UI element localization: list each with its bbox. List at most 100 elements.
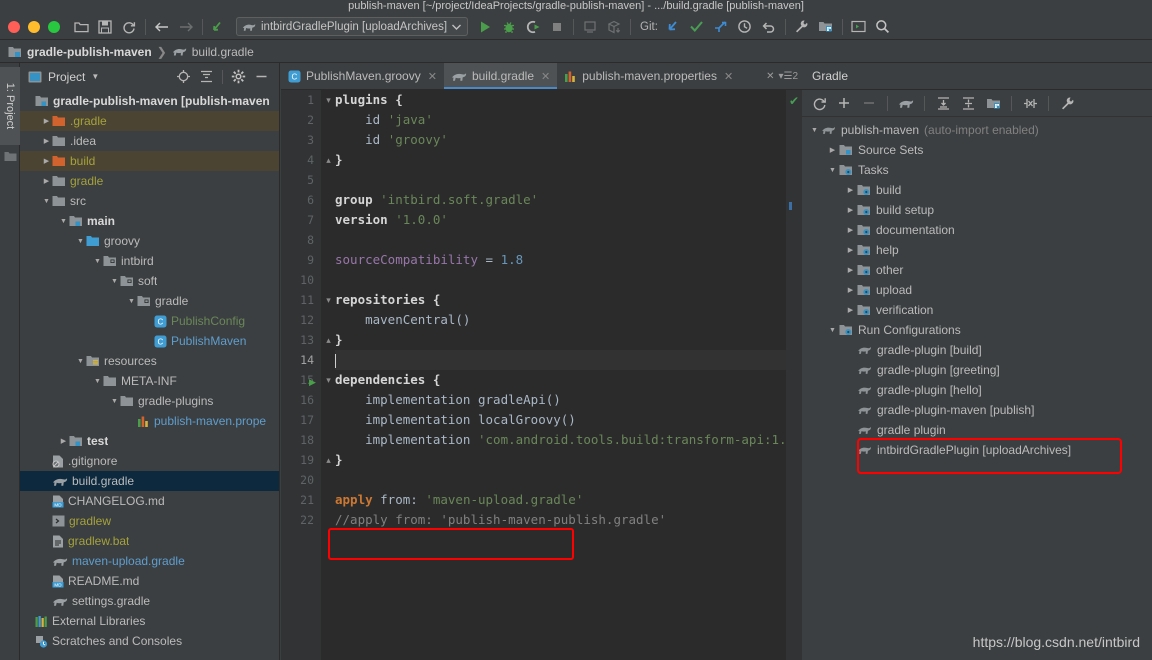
close-icon[interactable]: ✕ xyxy=(724,70,733,83)
editor-tabs-overflow[interactable]: ✕ ▾☰2 xyxy=(762,63,802,89)
project-tree-item[interactable]: ▶ .idea xyxy=(20,131,279,151)
code-line[interactable]: implementation localGroovy() xyxy=(335,410,802,430)
gradle-tree-item[interactable]: gradle plugin xyxy=(802,420,1152,440)
tree-arrow-collapsed[interactable]: ▶ xyxy=(58,437,69,445)
close-icon[interactable]: ✕ xyxy=(428,70,437,83)
run-gutter-icon[interactable]: ▶ xyxy=(309,377,316,388)
project-tree-item[interactable]: ▶ test xyxy=(20,431,279,451)
project-tree-item[interactable]: MD CHANGELOG.md xyxy=(20,491,279,511)
gradle-tree-item[interactable]: gradle-plugin-maven [publish] xyxy=(802,400,1152,420)
tree-arrow-expanded[interactable]: ▼ xyxy=(92,258,103,265)
tree-arrow-collapsed[interactable]: ▶ xyxy=(844,286,857,294)
chevron-down-icon[interactable]: ▼ xyxy=(91,72,99,81)
editor-tab[interactable]: publish-maven.properties ✕ xyxy=(557,63,740,89)
close-icon[interactable]: ✕ xyxy=(541,70,550,83)
tree-arrow-expanded[interactable]: ▼ xyxy=(126,298,137,305)
project-tree-item[interactable]: C PublishConfig xyxy=(20,311,279,331)
gradle-tree-item[interactable]: ▼ Tasks xyxy=(802,160,1152,180)
project-tree-item[interactable]: ▶ .gradle xyxy=(20,111,279,131)
project-tree-item[interactable]: Scratches and Consoles xyxy=(20,631,279,651)
code-line[interactable]: id 'groovy' xyxy=(335,130,802,150)
code-line[interactable]: repositories { xyxy=(335,290,802,310)
gradle-tree-item[interactable]: ▶ build setup xyxy=(802,200,1152,220)
project-tree-item[interactable]: .gitignore xyxy=(20,451,279,471)
code-line[interactable]: } xyxy=(335,150,802,170)
tree-arrow-expanded[interactable]: ▼ xyxy=(58,218,69,225)
sidebar-tab-project[interactable]: 1: Project xyxy=(0,67,20,145)
gear-icon[interactable] xyxy=(231,69,246,84)
fold-marker-expand-3[interactable]: ▴ xyxy=(324,456,333,465)
save-icon[interactable] xyxy=(94,16,116,38)
settings-wrench-icon[interactable] xyxy=(791,16,813,38)
project-tree-item[interactable]: C PublishMaven xyxy=(20,331,279,351)
search-icon[interactable] xyxy=(872,16,894,38)
add-icon[interactable] xyxy=(833,92,855,114)
build-artifacts-icon[interactable] xyxy=(603,16,625,38)
editor-tab[interactable]: build.gradle ✕ xyxy=(443,63,558,89)
code-line[interactable]: version '1.0.0' xyxy=(335,210,802,230)
tree-arrow-collapsed[interactable]: ▶ xyxy=(41,157,52,165)
code-line[interactable]: group 'intbird.soft.gradle' xyxy=(335,190,802,210)
close-window-button[interactable] xyxy=(8,20,20,33)
close-icon[interactable]: ✕ xyxy=(766,71,774,82)
structure-tab-icon[interactable] xyxy=(4,151,17,162)
tree-arrow-collapsed[interactable]: ▶ xyxy=(41,177,52,185)
project-structure-icon[interactable] xyxy=(982,92,1004,114)
fold-marker-collapse-2[interactable]: ▾ xyxy=(324,296,333,305)
run-icon[interactable] xyxy=(474,16,496,38)
run-configuration-selector[interactable]: intbirdGradlePlugin [uploadArchives] xyxy=(236,17,469,36)
gradle-tree-item[interactable]: ▶ documentation xyxy=(802,220,1152,240)
debug-icon[interactable] xyxy=(498,16,520,38)
gradle-tree-item[interactable]: ▶ Source Sets xyxy=(802,140,1152,160)
code-folding-column[interactable]: ▾ ▴ ▾ ▴ ▾ ▴ xyxy=(321,90,335,660)
tree-arrow-collapsed[interactable]: ▶ xyxy=(844,186,857,194)
expand-all-icon[interactable] xyxy=(932,92,954,114)
gradle-task-tree[interactable]: ▼ publish-maven (auto-import enabled) ▶ Sour… xyxy=(802,117,1152,460)
project-tree-item[interactable]: External Libraries xyxy=(20,611,279,631)
tree-arrow-expanded[interactable]: ▼ xyxy=(75,238,86,245)
gradle-tree-item[interactable]: ▶ upload xyxy=(802,280,1152,300)
tree-arrow-expanded[interactable]: ▼ xyxy=(109,278,120,285)
project-tree-item[interactable]: ▼ gradle-plugins xyxy=(20,391,279,411)
locate-icon[interactable] xyxy=(176,69,191,84)
gradle-tree-item[interactable]: ▶ build xyxy=(802,180,1152,200)
gradle-tree-item[interactable]: ▶ other xyxy=(802,260,1152,280)
project-tree-item[interactable]: ▼ intbird xyxy=(20,251,279,271)
breadcrumb-file[interactable]: build.gradle xyxy=(172,45,254,59)
tree-arrow-collapsed[interactable]: ▶ xyxy=(844,306,857,314)
git-rollback-icon[interactable] xyxy=(758,16,780,38)
project-tree-item[interactable]: ▼ groovy xyxy=(20,231,279,251)
search-everywhere-icon[interactable] xyxy=(208,16,230,38)
git-commit-icon[interactable] xyxy=(686,16,708,38)
back-arrow-icon[interactable] xyxy=(151,16,173,38)
git-push-icon[interactable] xyxy=(710,16,732,38)
project-tree-item[interactable]: ▼ META-INF xyxy=(20,371,279,391)
stop-icon[interactable] xyxy=(546,16,568,38)
project-tree-item[interactable]: publish-maven.prope xyxy=(20,411,279,431)
refresh-icon[interactable] xyxy=(808,92,830,114)
gradle-tree-item[interactable]: gradle-plugin [build] xyxy=(802,340,1152,360)
tree-arrow-collapsed[interactable]: ▶ xyxy=(41,137,52,145)
terminal-icon[interactable] xyxy=(848,16,870,38)
project-tree-item[interactable]: maven-upload.gradle xyxy=(20,551,279,571)
project-tree-item[interactable]: ▶ build xyxy=(20,151,279,171)
gradle-tree-item[interactable]: gradle-plugin [hello] xyxy=(802,380,1152,400)
project-tree-item[interactable]: settings.gradle xyxy=(20,591,279,611)
project-tree-item[interactable]: ▼ resources xyxy=(20,351,279,371)
code-line[interactable]: dependencies { xyxy=(335,370,802,390)
gradle-elephant-icon[interactable] xyxy=(895,92,917,114)
code-line[interactable]: implementation gradleApi() xyxy=(335,390,802,410)
tree-arrow-expanded[interactable]: ▼ xyxy=(826,167,839,174)
remove-icon[interactable] xyxy=(858,92,880,114)
tree-arrow-expanded[interactable]: ▼ xyxy=(109,398,120,405)
code-line[interactable] xyxy=(335,350,802,370)
tree-arrow-collapsed[interactable]: ▶ xyxy=(844,266,857,274)
code-line[interactable]: plugins { xyxy=(335,90,802,110)
project-tree-item[interactable]: ▼ main xyxy=(20,211,279,231)
forward-arrow-icon[interactable] xyxy=(175,16,197,38)
project-file-tree[interactable]: gradle-publish-maven [publish-maven ▶ .gra… xyxy=(20,90,279,660)
open-folder-icon[interactable] xyxy=(70,16,92,38)
minimize-window-button[interactable] xyxy=(28,20,40,33)
tree-arrow-expanded[interactable]: ▼ xyxy=(808,127,821,134)
tree-arrow-collapsed[interactable]: ▶ xyxy=(826,146,839,154)
